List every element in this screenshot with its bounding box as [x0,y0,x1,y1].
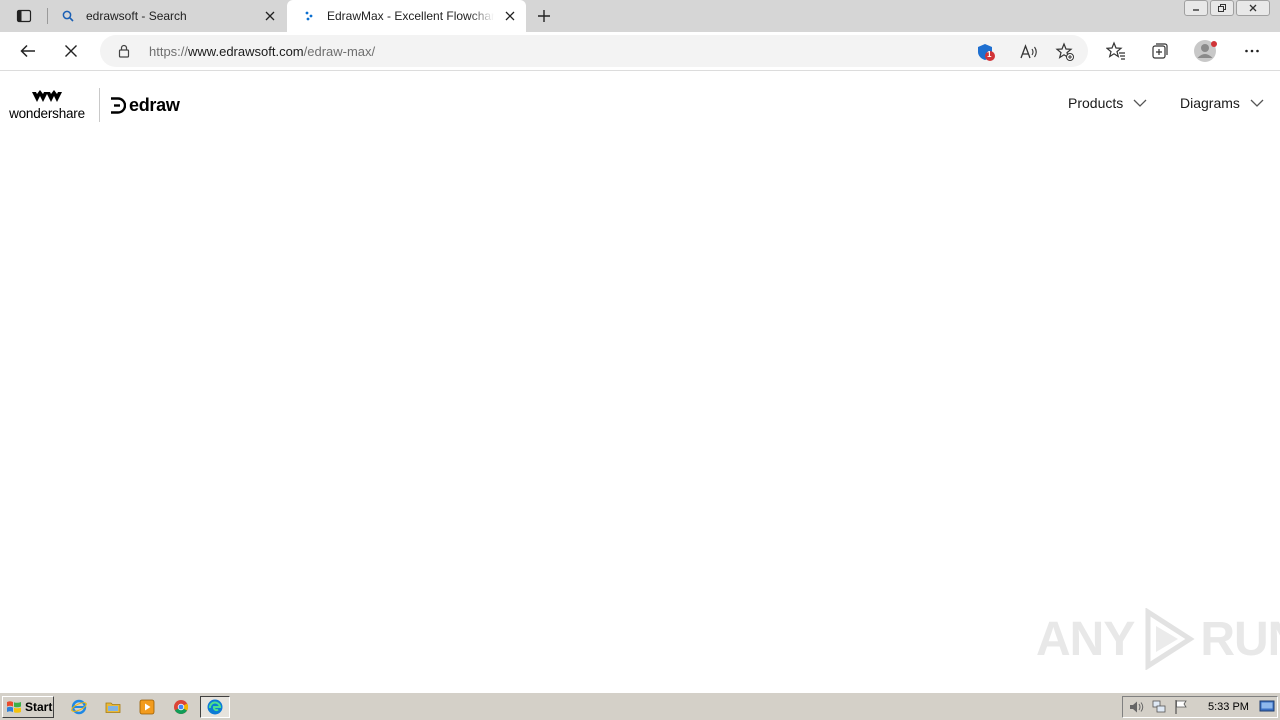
wondershare-wordmark: wondershare [9,105,85,121]
favorites-button[interactable] [1102,37,1130,65]
restore-button[interactable] [1210,0,1234,16]
internet-explorer-icon [71,699,87,715]
settings-more-button[interactable] [1238,37,1266,65]
tab-actions-icon [16,9,32,23]
back-arrow-icon [20,44,35,58]
chevron-down-icon [1133,96,1147,110]
close-tab-icon[interactable] [502,8,518,24]
close-tab-icon[interactable] [262,8,278,24]
wondershare-logo[interactable]: wondershare [5,89,89,121]
web-page: wondershare edraw Products Diagrams ANY … [0,71,1280,692]
more-icon [1245,49,1259,53]
new-tab-button[interactable] [533,5,555,27]
url-text[interactable]: https://www.edrawsoft.com/edraw-max/ [149,44,375,59]
url-scheme: https:// [149,44,189,59]
avatar [1194,40,1217,62]
edraw-logo-icon [111,96,126,114]
action-center-tray-icon[interactable] [1173,699,1189,715]
brand-logos[interactable]: wondershare edraw [5,87,180,123]
nav-label: Products [1068,95,1124,111]
profile-button[interactable] [1192,37,1220,65]
favorites-icon [1106,41,1125,60]
brand-divider [99,88,100,122]
minimize-button[interactable] [1184,0,1208,16]
chevron-down-icon [1250,96,1264,110]
windows-logo-icon [7,701,21,713]
plus-icon [538,10,550,22]
tab-title: edrawsoft - Search [86,9,187,23]
chrome-icon [174,700,188,714]
close-icon [1249,4,1257,12]
tab-edrawmax[interactable]: EdrawMax - Excellent Flowchart Software [287,0,526,32]
star-add-icon [1055,42,1074,61]
ie-quicklaunch[interactable] [70,698,88,716]
nav-products[interactable]: Products [1068,95,1147,111]
restore-icon [1218,4,1226,12]
collections-icon [1152,43,1168,59]
back-button[interactable] [14,37,42,65]
media-player-icon [139,699,155,715]
speaker-icon [1130,701,1144,713]
flag-icon [1175,700,1187,714]
extension-button[interactable]: 1 [975,41,997,63]
start-button[interactable]: Start [2,696,54,718]
tab-edrawsoft-search[interactable]: edrawsoft - Search [52,0,286,32]
edraw-favicon [301,8,317,24]
watermark-text-right: RUN [1200,612,1280,666]
close-window-button[interactable] [1236,0,1270,16]
nav-diagrams[interactable]: Diagrams [1180,95,1264,111]
add-favorite-button[interactable] [1054,41,1076,63]
lock-icon[interactable] [116,43,132,59]
folder-icon [105,702,121,713]
url-path: /edraw-max/ [303,44,376,59]
network-tray-icon[interactable] [1151,699,1167,715]
tab-separator [47,8,48,24]
window-controls [1182,0,1270,18]
url-host: www.edrawsoft.com [188,44,304,59]
read-aloud-button[interactable] [1018,41,1040,63]
wondershare-logo-icon [32,89,62,102]
tab-title: EdrawMax - Excellent Flowchart Software [327,9,494,23]
screen: edrawsoft - Search EdrawMax - Excellent … [0,0,1280,720]
minimize-icon [1193,9,1199,11]
start-label: Start [25,700,53,714]
browser-toolbar: https://www.edrawsoft.com/edraw-max/ 1 [0,32,1280,70]
edge-icon [207,699,223,715]
play-icon [1145,608,1195,670]
taskbar-clock[interactable]: 5:33 PM [1208,701,1249,713]
anyrun-watermark: ANY RUN [1036,608,1280,670]
taskbar: Start 5:33 PM [0,692,1280,720]
edraw-wordmark: edraw [129,94,180,115]
stop-loading-button[interactable] [57,37,85,65]
address-bar[interactable]: https://www.edrawsoft.com/edraw-max/ 1 [100,35,1088,67]
nav-label: Diagrams [1180,95,1240,111]
search-icon [60,8,76,24]
read-aloud-icon [1020,44,1037,59]
watermark-text-left: ANY [1036,612,1135,666]
explorer-quicklaunch[interactable] [104,698,122,716]
volume-tray-icon[interactable] [1129,699,1145,715]
stop-icon [65,45,77,57]
network-icon [1152,700,1166,713]
tab-strip: edrawsoft - Search EdrawMax - Excellent … [0,0,1280,32]
edraw-logo[interactable]: edraw [110,95,180,116]
extension-badge: 1 [987,50,992,59]
system-tray [1122,696,1278,718]
tab-actions-button[interactable] [8,6,40,26]
shield-icon [978,44,995,61]
edge-taskbar-button[interactable] [200,696,230,718]
chrome-quicklaunch[interactable] [172,698,190,716]
collections-button[interactable] [1146,37,1174,65]
media-player-quicklaunch[interactable] [138,698,156,716]
show-desktop-icon[interactable] [1259,698,1275,714]
